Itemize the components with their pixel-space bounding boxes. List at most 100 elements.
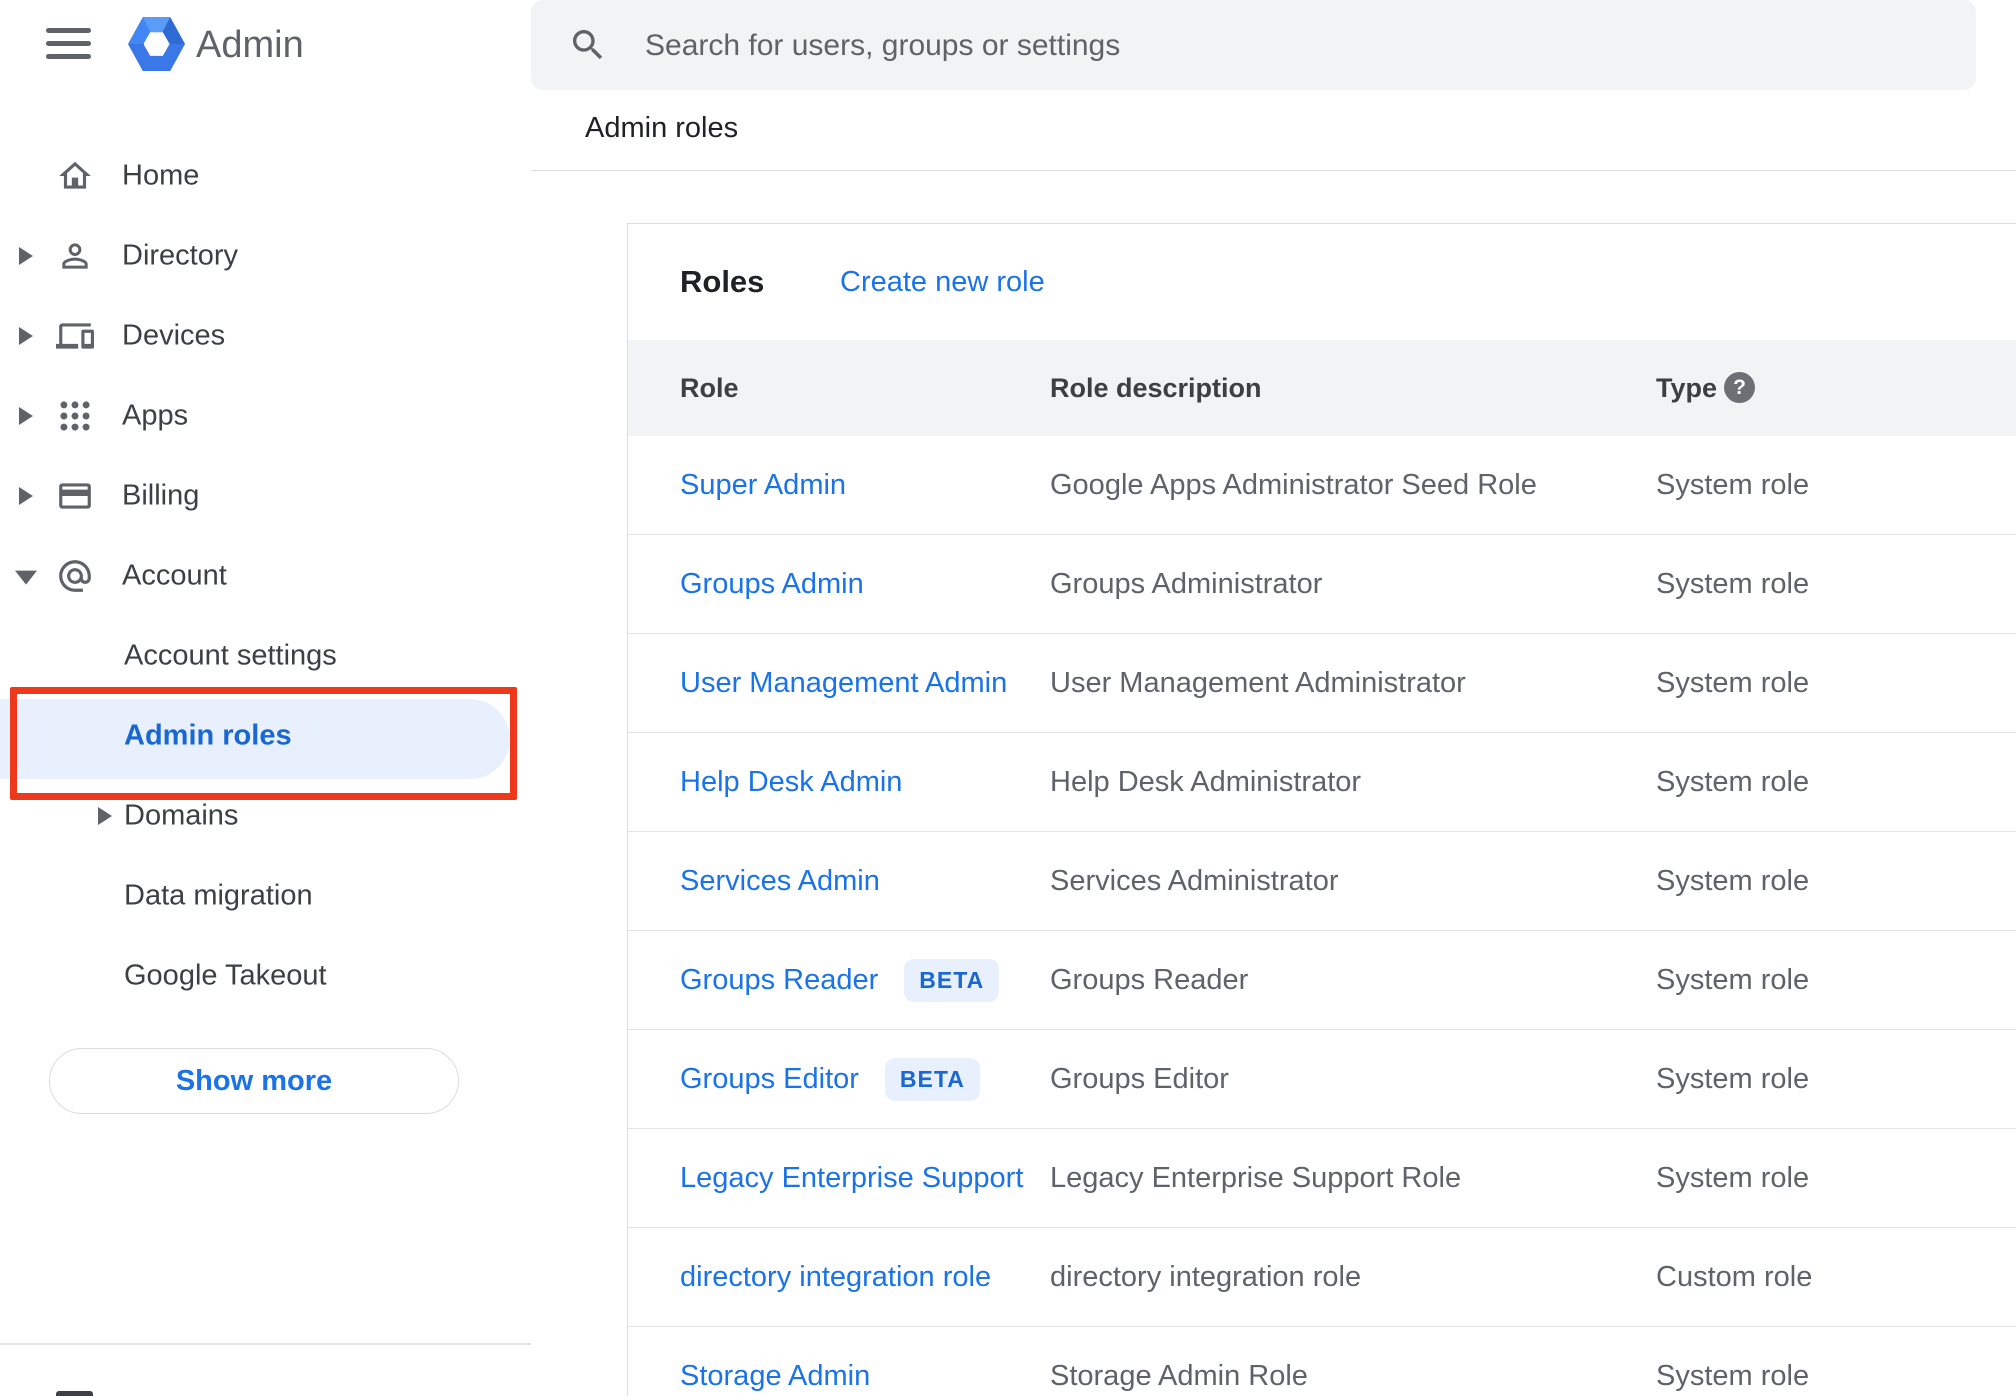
search-input[interactable] <box>643 0 1897 92</box>
sidebar-item-billing[interactable]: Billing <box>0 456 531 536</box>
role-description: Legacy Enterprise Support Role <box>1050 1161 1462 1194</box>
beta-badge: BETA <box>904 958 1000 1002</box>
devices-icon <box>56 317 94 355</box>
role-link[interactable]: Storage Admin <box>680 1360 870 1393</box>
chevron-right-icon[interactable] <box>19 407 33 425</box>
show-more-button[interactable]: Show more <box>49 1048 459 1114</box>
create-new-role-link[interactable]: Create new role <box>840 224 1045 340</box>
description-cell: Google Apps Administrator Seed Role <box>1050 436 1537 534</box>
apps-grid-icon <box>56 397 94 435</box>
role-description: directory integration role <box>1050 1260 1362 1293</box>
type-cell: System role <box>1656 535 1809 633</box>
table-row: Super Admin Google Apps Administrator Se… <box>628 436 2016 535</box>
sidebar-item-apps[interactable]: Apps <box>0 376 531 456</box>
column-header-description: Role description <box>1050 373 1262 403</box>
role-link[interactable]: Legacy Enterprise Support <box>680 1162 1023 1195</box>
role-link[interactable]: Groups Reader <box>680 964 878 997</box>
role-cell: Help Desk Admin <box>680 733 902 831</box>
table-row: User Management Admin User Management Ad… <box>628 634 2016 733</box>
role-link[interactable]: directory integration role <box>680 1261 991 1294</box>
sidebar-item-label: Data migration <box>124 879 313 912</box>
roles-title: Roles <box>680 264 765 299</box>
role-description: Help Desk Administrator <box>1050 765 1362 798</box>
sidebar-item-label: Billing <box>122 479 200 512</box>
role-type: System role <box>1656 864 1810 897</box>
description-cell: Legacy Enterprise Support Role <box>1050 1129 1461 1227</box>
sidebar-item-google-takeout[interactable]: Google Takeout <box>0 936 531 1016</box>
role-link[interactable]: Groups Admin <box>680 568 864 601</box>
role-cell: Groups Reader BETA <box>680 931 1000 1029</box>
role-link[interactable]: User Management Admin <box>680 667 1007 700</box>
sidebar-item-label: Google Takeout <box>124 959 327 992</box>
sidebar-item-label: Home <box>122 159 200 192</box>
help-icon[interactable]: ? <box>1724 372 1755 403</box>
role-cell: Super Admin <box>680 436 846 534</box>
sidebar-item-home[interactable]: Home <box>0 136 531 216</box>
sidebar: Admin Home Directory Devices Apps Billin… <box>0 0 531 1396</box>
sidebar-item-label: Admin roles <box>124 719 292 752</box>
role-type: System role <box>1656 765 1810 798</box>
role-description: Google Apps Administrator Seed Role <box>1050 468 1537 501</box>
sidebar-item-directory[interactable]: Directory <box>0 216 531 296</box>
role-cell: Groups Admin <box>680 535 864 633</box>
sidebar-item-domains[interactable]: Domains <box>0 776 531 856</box>
sidebar-item-admin-roles[interactable]: Admin roles <box>0 696 531 779</box>
role-type: Custom role <box>1656 1260 1813 1293</box>
breadcrumb: Admin roles <box>585 112 739 144</box>
sidebar-item-account[interactable]: Account <box>0 536 531 616</box>
sidebar-item-label: Account settings <box>124 639 337 672</box>
chevron-right-icon[interactable] <box>19 327 33 345</box>
table-row: Groups Editor BETA Groups Editor System … <box>628 1030 2016 1129</box>
table-row: Groups Admin Groups Administrator System… <box>628 535 2016 634</box>
sidebar-item-label: Devices <box>122 319 226 352</box>
admin-logo-icon <box>128 17 185 71</box>
type-cell: System role <box>1656 1030 1809 1128</box>
role-description: Services Administrator <box>1050 864 1339 897</box>
search-bar[interactable] <box>531 0 1976 92</box>
role-cell: Storage Admin <box>680 1327 870 1396</box>
chevron-down-icon[interactable] <box>15 570 37 585</box>
chevron-right-icon[interactable] <box>19 487 33 505</box>
chevron-right-icon[interactable] <box>19 247 33 265</box>
role-link[interactable]: Super Admin <box>680 469 846 502</box>
sidebar-item-label: Domains <box>124 799 239 832</box>
role-link[interactable]: Groups Editor <box>680 1063 859 1096</box>
type-cell: System role <box>1656 634 1809 732</box>
column-header-role: Role <box>680 373 739 403</box>
description-cell: Help Desk Administrator <box>1050 733 1361 831</box>
sidebar-item-data-migration[interactable]: Data migration <box>0 856 531 936</box>
roles-card: Roles Create new role Role Role descript… <box>627 223 2016 1396</box>
sidebar-item-account-settings[interactable]: Account settings <box>0 616 531 696</box>
type-cell: System role <box>1656 1327 1809 1396</box>
role-type: System role <box>1656 1359 1810 1392</box>
role-type: System role <box>1656 1161 1810 1194</box>
chevron-right-icon[interactable] <box>98 807 112 825</box>
role-description: Groups Reader <box>1050 963 1249 996</box>
role-type: System role <box>1656 567 1810 600</box>
role-cell: directory integration role <box>680 1228 991 1326</box>
table-row: Legacy Enterprise Support Legacy Enterpr… <box>628 1129 2016 1228</box>
role-type: System role <box>1656 468 1810 501</box>
sidebar-item-label: Directory <box>122 239 239 272</box>
roles-table-header: Role Role description Type ? <box>628 340 2016 436</box>
type-cell: System role <box>1656 733 1809 831</box>
person-icon <box>56 237 94 275</box>
sidebar-item-devices[interactable]: Devices <box>0 296 531 376</box>
sidebar-divider <box>0 1343 531 1345</box>
type-cell: System role <box>1656 832 1809 930</box>
sidebar-item-label: Apps <box>122 399 189 432</box>
role-link[interactable]: Services Admin <box>680 865 880 898</box>
role-link[interactable]: Help Desk Admin <box>680 766 902 799</box>
description-cell: Groups Editor <box>1050 1030 1229 1128</box>
role-description: Groups Administrator <box>1050 567 1323 600</box>
role-type: System role <box>1656 666 1810 699</box>
type-cell: Custom role <box>1656 1228 1812 1326</box>
description-cell: Storage Admin Role <box>1050 1327 1308 1396</box>
description-cell: Services Administrator <box>1050 832 1339 930</box>
admin-console-screen: Admin Home Directory Devices Apps Billin… <box>0 0 2016 1396</box>
role-description: Groups Editor <box>1050 1062 1229 1095</box>
sidebar-nav: Home Directory Devices Apps Billing Acco… <box>0 136 531 1016</box>
menu-icon[interactable] <box>46 28 91 59</box>
credit-card-icon <box>56 477 94 515</box>
beta-badge: BETA <box>884 1057 980 1101</box>
